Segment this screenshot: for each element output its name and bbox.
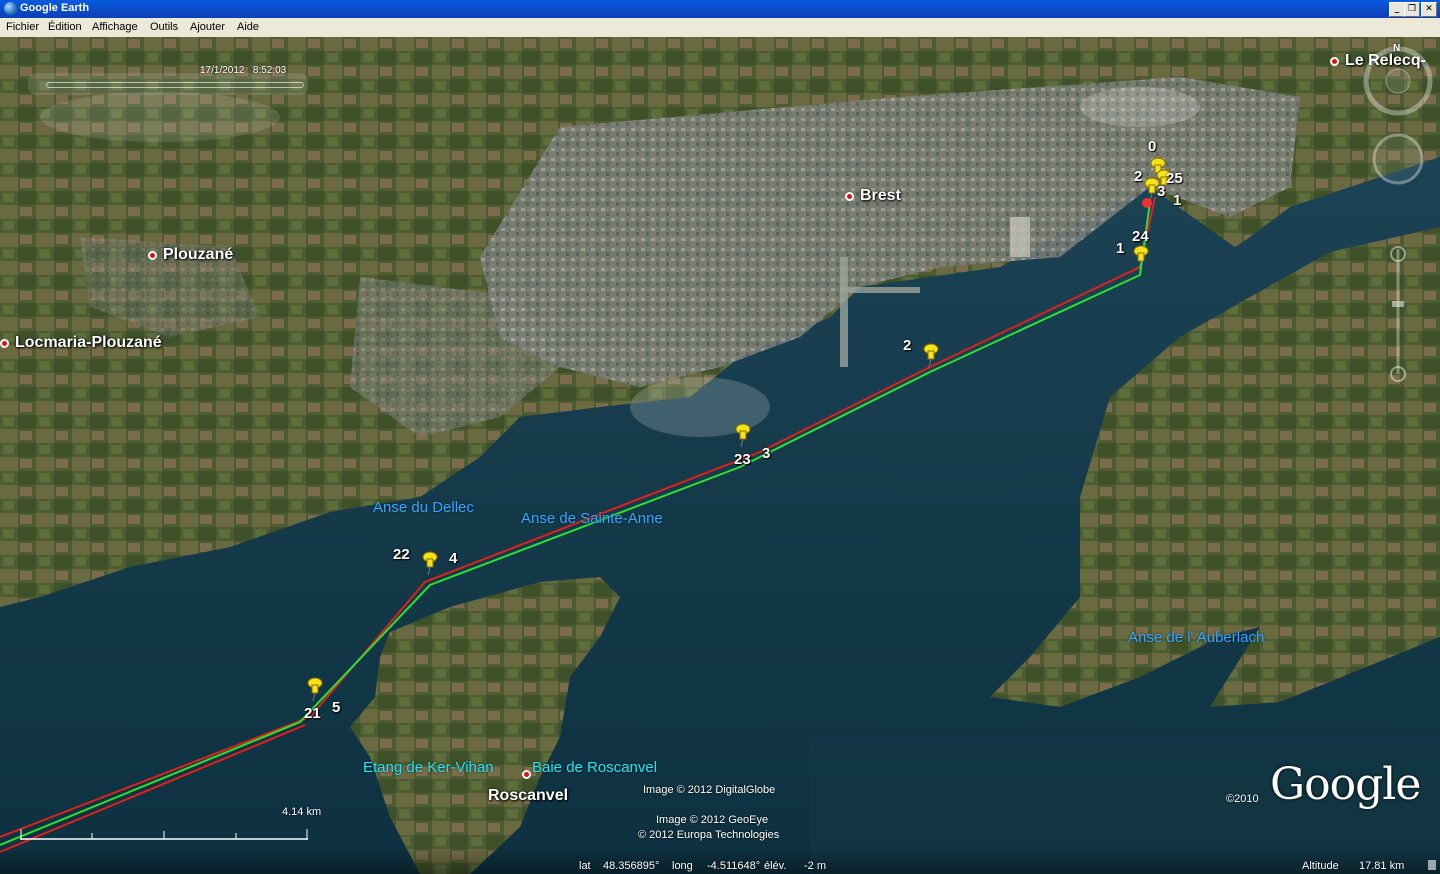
status-bar: lat 48.356895° long -4.511648° élév. -2 … xyxy=(0,847,1440,874)
compass-north-label[interactable]: N xyxy=(1393,43,1400,54)
altitude-label: Altitude xyxy=(1302,860,1339,872)
menu-fichier[interactable]: Fichier xyxy=(6,21,39,33)
lat-value: 48.356895° xyxy=(603,860,660,872)
waypoint-label-5[interactable]: 5 xyxy=(332,699,340,716)
water-anse-du-dellec[interactable]: Anse du Dellec xyxy=(373,499,474,516)
elev-label: élév. xyxy=(764,860,787,872)
scale-bar-label: 4.14 km xyxy=(282,806,322,818)
menu-ajouter[interactable]: Ajouter xyxy=(190,21,225,33)
zoom-slider-thumb xyxy=(1392,301,1404,307)
menu-outils[interactable]: Outils xyxy=(150,21,178,33)
place-dot-icon xyxy=(0,339,9,348)
time-slider-date: 17/1/2012 xyxy=(200,65,245,76)
elev-value: -2 m xyxy=(804,860,826,872)
navigation-controls: N xyxy=(1362,39,1436,419)
waypoint-label-1[interactable]: 1 xyxy=(1173,192,1181,209)
streaming-indicator-icon xyxy=(1428,860,1436,870)
waypoint-label-23[interactable]: 23 xyxy=(734,451,751,468)
credit-europa: © 2012 Europa Technologies xyxy=(638,829,780,841)
waypoint-label-2b[interactable]: 2 xyxy=(903,337,911,354)
water-etang-de-ker-vihan[interactable]: Etang de Ker-Vihan xyxy=(363,759,494,776)
lat-label: lat xyxy=(579,860,591,872)
waypoint-label-24[interactable]: 24 xyxy=(1132,228,1149,245)
water-baie-de-roscanvel[interactable]: Baie de Roscanvel xyxy=(532,759,657,776)
title-bar: Google Earth _ ❐ ✕ xyxy=(0,0,1440,18)
altitude-value: 17.81 km xyxy=(1359,860,1405,872)
water-anse-de-l-auberlach[interactable]: Anse de l' Auberlach xyxy=(1128,629,1264,646)
satellite-imagery xyxy=(0,37,1440,874)
menu-aide[interactable]: Aide xyxy=(237,21,259,33)
place-locmaria-plouzane[interactable]: Locmaria-Plouzané xyxy=(0,334,162,352)
window-title: Google Earth xyxy=(20,2,90,14)
waypoint-label-22[interactable]: 22 xyxy=(393,546,410,563)
minimize-button[interactable]: _ xyxy=(1389,2,1405,17)
start-marker xyxy=(1142,198,1152,208)
waypoint-label-21[interactable]: 21 xyxy=(304,705,321,722)
copyright-year: ©2010 xyxy=(1226,793,1259,805)
menu-bar: Fichier Édition Affichage Outils Ajouter… xyxy=(0,18,1440,38)
long-value: -4.511648° xyxy=(707,860,761,872)
look-joystick-icon xyxy=(1385,68,1411,94)
scale-bar: 4.14 km xyxy=(20,806,321,841)
waypoint-label-0[interactable]: 0 xyxy=(1148,138,1156,155)
credit-digitalglobe: Image © 2012 DigitalGlobe xyxy=(643,784,776,796)
place-plouzane[interactable]: Plouzané xyxy=(148,246,233,264)
google-logo: Google xyxy=(1270,759,1421,810)
menu-affichage[interactable]: Affichage xyxy=(92,21,138,33)
time-slider-time: 8:52:03 xyxy=(252,65,287,76)
waypoint-label-2[interactable]: 2 xyxy=(1134,168,1142,185)
time-slider[interactable]: 17/1/2012 8:52:03 xyxy=(28,65,308,95)
waypoint-label-4[interactable]: 4 xyxy=(449,550,457,567)
long-label: long xyxy=(672,860,693,872)
credit-geoeye: Image © 2012 GeoEye xyxy=(656,814,769,826)
move-joystick-icon xyxy=(1372,133,1424,185)
place-dot-icon xyxy=(148,251,157,260)
scale-bar-ruler xyxy=(20,829,308,840)
place-dot-icon xyxy=(522,770,531,779)
place-dot-icon xyxy=(845,192,854,201)
place-brest[interactable]: Brest xyxy=(845,187,901,205)
waypoint-label-1b[interactable]: 1 xyxy=(1116,240,1124,257)
maximize-button[interactable]: ❐ xyxy=(1404,2,1420,17)
menu-edition[interactable]: Édition xyxy=(48,21,82,33)
nav-controls-graphic xyxy=(1363,46,1433,382)
google-earth-icon xyxy=(4,2,17,15)
place-roscanvel[interactable]: Roscanvel xyxy=(488,787,568,805)
map-view[interactable]: 17/1/2012 8:52:03 Brest Plouzané Locmari… xyxy=(0,37,1440,874)
close-button[interactable]: ✕ xyxy=(1421,2,1437,17)
time-slider-track[interactable] xyxy=(46,82,304,88)
waypoint-label-3[interactable]: 3 xyxy=(1157,183,1165,200)
place-dot-icon xyxy=(1330,57,1339,66)
waypoint-label-25[interactable]: 25 xyxy=(1166,170,1183,187)
waypoint-label-3b[interactable]: 3 xyxy=(762,445,770,462)
water-anse-de-sainte-anne[interactable]: Anse de Sainte-Anne xyxy=(521,510,663,527)
